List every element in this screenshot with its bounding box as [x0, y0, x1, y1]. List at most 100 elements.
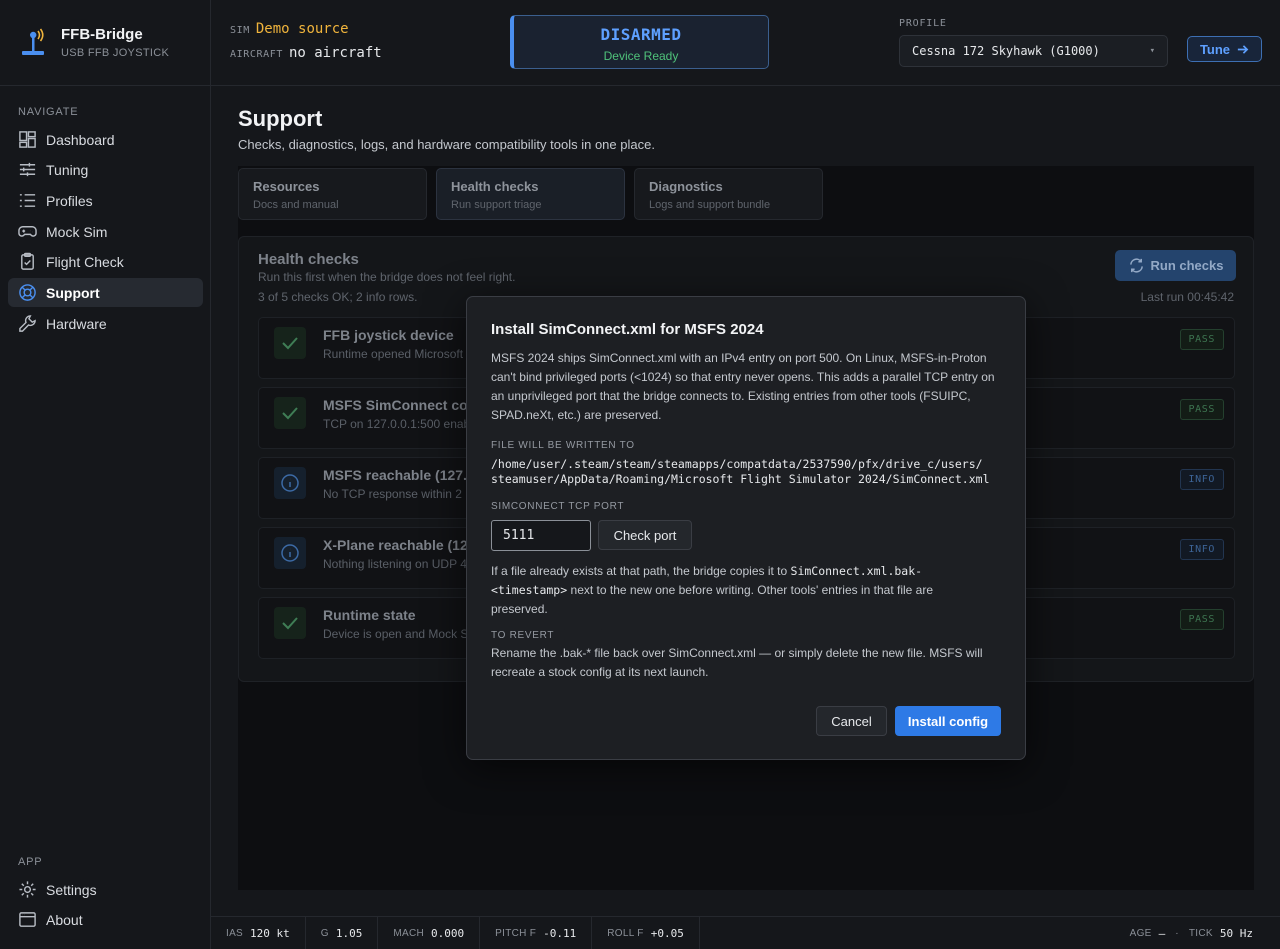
list-icon: [19, 194, 36, 207]
tab-subtitle: Run support triage: [451, 199, 542, 211]
tick-value: 50 Hz: [1219, 927, 1253, 940]
sidebar-item-label: About: [46, 911, 83, 928]
dashboard-icon: [19, 131, 36, 148]
port-input[interactable]: 5111: [491, 520, 591, 551]
arrow-right-icon: [1237, 44, 1249, 54]
nav-section-label: NAVIGATE: [18, 106, 79, 118]
telemetry-ias: IAS 120 kt: [211, 916, 306, 949]
status-badge: INFO: [1179, 539, 1224, 560]
status-badge: PASS: [1179, 399, 1224, 420]
check-desc: TCP on 127.0.0.1:500 enabl: [323, 417, 473, 431]
tune-label: Tune: [1199, 41, 1231, 57]
backup-note: If a file already exists at that path, t…: [491, 562, 1001, 619]
gamepad-icon: [18, 226, 37, 237]
sb-key: ROLL F: [607, 927, 644, 939]
sb-key: PITCH F: [495, 927, 537, 939]
dialog-title: Install SimConnect.xml for MSFS 2024: [491, 321, 764, 338]
run-checks-button[interactable]: Run checks: [1115, 250, 1236, 281]
sb-key: G: [320, 927, 329, 939]
sidebar-item-dashboard[interactable]: Dashboard: [8, 125, 203, 154]
cancel-button[interactable]: Cancel: [816, 706, 887, 736]
tune-button[interactable]: Tune: [1187, 36, 1262, 62]
status-badge: PASS: [1179, 329, 1224, 350]
sidebar-item-about[interactable]: About: [8, 905, 203, 934]
check-name: MSFS SimConnect con: [323, 397, 477, 413]
joystick-logo-icon: [22, 28, 44, 55]
sidebar-item-flight-check[interactable]: Flight Check: [8, 247, 203, 276]
arm-toggle[interactable]: DISARMED Device Ready: [510, 15, 769, 69]
dialog-intro: MSFS 2024 ships SimConnect.xml with an I…: [491, 351, 995, 422]
sidebar-item-label: Tuning: [46, 161, 89, 178]
path-label: FILE WILL BE WRITTEN TO: [491, 440, 635, 451]
aircraft-indicator: AIRCRAFT no aircraft: [230, 45, 382, 61]
sidebar-item-label: Settings: [46, 881, 97, 898]
check-port-button[interactable]: Check port: [598, 520, 692, 550]
page-subtitle: Checks, diagnostics, logs, and hardware …: [238, 137, 655, 152]
sidebar: FFB-Bridge USB FFB JOYSTICK NAVIGATE Das…: [0, 0, 211, 949]
sim-indicator: SIM Demo source: [230, 21, 349, 37]
sb-key: MACH: [393, 927, 425, 939]
revert-text: Rename the .bak-* file back over SimConn…: [491, 646, 983, 679]
sidebar-item-mock-sim[interactable]: Mock Sim: [8, 217, 203, 246]
check-pass-icon: [274, 327, 306, 359]
file-path: /home/user/.steam/steam/steamapps/compat…: [491, 457, 1001, 487]
backup-end: preserved.: [491, 602, 548, 616]
check-name: FFB joystick device: [323, 327, 454, 343]
sidebar-item-label: Support: [46, 284, 100, 301]
app-name: FFB-Bridge: [61, 26, 143, 43]
check-desc: Device is open and Mock S: [323, 627, 469, 641]
sidebar-item-tuning[interactable]: Tuning: [8, 155, 203, 184]
tab-subtitle: Logs and support bundle: [649, 199, 771, 211]
tick-key: TICK: [1188, 928, 1213, 939]
app-subtitle: USB FFB JOYSTICK: [61, 47, 170, 59]
aircraft-key: AIRCRAFT: [230, 49, 283, 60]
telemetry-roll: ROLL F +0.05: [592, 916, 700, 949]
status-badge: INFO: [1179, 469, 1224, 490]
status-right: AGE — · TICK 50 Hz: [1130, 917, 1253, 949]
revert-label: TO REVERT: [491, 630, 555, 641]
separator: ·: [1175, 928, 1179, 939]
tab-diagnostics[interactable]: Diagnostics Logs and support bundle: [634, 168, 823, 220]
check-pass-icon: [274, 397, 306, 429]
sidebar-item-label: Mock Sim: [46, 223, 108, 240]
tab-health-checks[interactable]: Health checks Run support triage: [436, 168, 625, 220]
sliders-icon: [19, 162, 36, 177]
tab-resources[interactable]: Resources Docs and manual: [238, 168, 427, 220]
page-title: Support: [238, 106, 323, 131]
last-run: Last run 00:45:42: [1140, 290, 1234, 304]
sidebar-item-hardware[interactable]: Hardware: [8, 309, 203, 338]
tab-title: Health checks: [451, 179, 539, 194]
age-key: AGE: [1129, 928, 1152, 939]
sidebar-item-label: Profiles: [46, 192, 93, 209]
backup-pre: If a file already exists at that path, t…: [491, 564, 788, 578]
sb-value: 1.05: [335, 926, 363, 940]
backup-post: next to the new one before writing. Othe…: [570, 583, 934, 597]
check-name: X-Plane reachable (127: [323, 537, 476, 553]
sidebar-item-support[interactable]: Support: [8, 278, 203, 307]
profile-value: Cessna 172 Skyhawk (G1000): [912, 44, 1100, 58]
refresh-icon: [1129, 258, 1143, 273]
tab-title: Diagnostics: [649, 179, 723, 194]
backup-timestamp: <timestamp>: [491, 583, 568, 597]
port-label: SIMCONNECT TCP PORT: [491, 501, 625, 512]
lifebuoy-icon: [19, 284, 36, 301]
check-name: Runtime state: [323, 607, 416, 623]
sidebar-item-label: Flight Check: [46, 253, 124, 270]
window-icon: [19, 912, 36, 927]
backup-filename: SimConnect.xml.bak-: [790, 564, 923, 578]
sb-value: +0.05: [650, 926, 684, 940]
sb-key: IAS: [226, 927, 244, 939]
health-subtitle: Run this first when the bridge does not …: [258, 270, 516, 284]
tab-title: Resources: [253, 179, 320, 194]
profile-select[interactable]: Cessna 172 Skyhawk (G1000) ▾: [899, 35, 1168, 67]
check-desc: Nothing listening on UDP 4: [323, 557, 467, 571]
sidebar-item-profiles[interactable]: Profiles: [8, 186, 203, 215]
health-title: Health checks: [258, 251, 359, 268]
aircraft-value: no aircraft: [288, 45, 382, 61]
caret-down-icon: ▾: [1149, 46, 1155, 56]
install-config-button[interactable]: Install config: [895, 706, 1001, 736]
brand: FFB-Bridge USB FFB JOYSTICK: [0, 0, 210, 86]
telemetry-pitch: PITCH F -0.11: [480, 916, 593, 949]
sidebar-item-settings[interactable]: Settings: [8, 875, 203, 904]
sb-value: 120 kt: [250, 926, 290, 940]
